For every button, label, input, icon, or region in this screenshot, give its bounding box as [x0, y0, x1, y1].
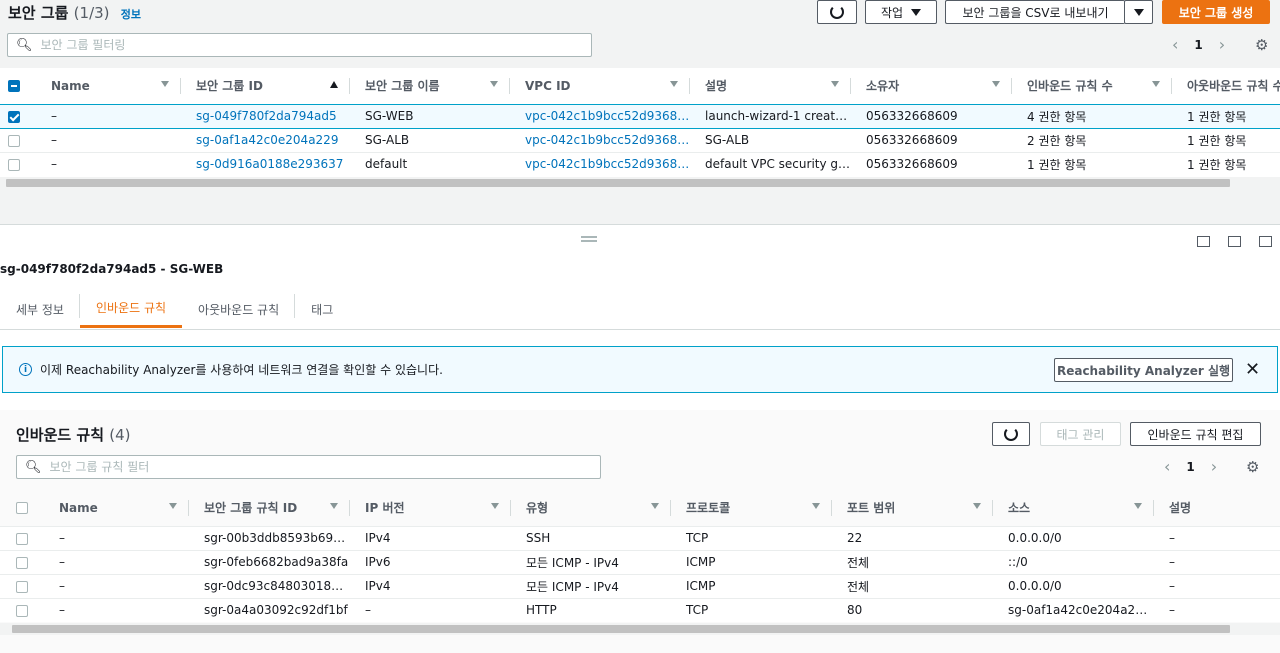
table-row[interactable]: – sg-049f780f2da794ad5 SG-WEB vpc-042c1b… [0, 103, 1280, 129]
create-security-group-button[interactable]: 보안 그룹 생성 [1162, 0, 1270, 24]
row-checkbox[interactable] [8, 134, 20, 147]
manage-tags-button[interactable]: 태그 관리 [1040, 422, 1121, 446]
inbound-rules-table: Name 보안 그룹 규칙 ID IP 버전 유형 프로토콜 포트 범위 소스 … [0, 490, 1280, 622]
pagination: ‹ 1 › [1172, 35, 1225, 54]
row-checkbox-cell[interactable] [0, 127, 36, 152]
row-checkbox-cell[interactable] [0, 151, 36, 176]
export-csv-button[interactable]: 보안 그룹을 CSV로 내보내기 [945, 0, 1125, 24]
rules-refresh-button[interactable] [992, 422, 1030, 446]
drag-handle-icon[interactable] [581, 236, 597, 242]
refresh-icon [830, 5, 844, 19]
search-icon: 🔍︎ [25, 459, 42, 475]
column-header[interactable]: 인바운드 규칙 수 [1012, 68, 1172, 104]
sg-id-link[interactable]: sg-0af1a42c0e204a229 [181, 127, 350, 152]
refresh-icon [1004, 427, 1018, 441]
column-header[interactable]: 아웃바운드 규칙 수 [1172, 68, 1280, 104]
detail-title: sg-049f780f2da794ad5 - SG-WEB [0, 262, 224, 276]
table-row[interactable]: – sgr-00b3ddb8593b69… IPv4 SSH TCP 22 0.… [0, 525, 1280, 550]
column-header[interactable]: 설명 [1154, 490, 1280, 526]
table-row[interactable]: – sgr-0dc93c848030183… IPv4 모든 ICMP - IP… [0, 573, 1280, 598]
refresh-button[interactable] [817, 0, 857, 24]
table-row[interactable]: – sgr-0feb6682bad9a38fa IPv6 모든 ICMP - I… [0, 549, 1280, 574]
row-checkbox[interactable] [8, 110, 20, 123]
search-input[interactable] [40, 38, 559, 52]
page-title-text: 보안 그룹 [8, 4, 69, 22]
column-header[interactable]: 소유자 [851, 68, 1012, 104]
chevron-right-icon[interactable]: › [1219, 35, 1225, 54]
panel-bottom-icon[interactable] [1197, 236, 1210, 247]
panel-hide-icon[interactable] [1259, 236, 1272, 247]
close-icon[interactable]: ✕ [1245, 359, 1260, 380]
security-group-search[interactable]: 🔍︎ [7, 33, 592, 57]
panel-side-icon[interactable] [1228, 236, 1241, 247]
row-checkbox[interactable] [8, 158, 20, 171]
table-row[interactable]: – sgr-0a4a03092c92df1bf – HTTP TCP 80 sg… [0, 597, 1280, 622]
column-header[interactable]: 소스 [993, 490, 1154, 526]
tab-outbound-rules[interactable]: 아웃바운드 규칙 [182, 290, 296, 328]
gear-icon[interactable]: ⚙ [1255, 36, 1268, 54]
row-checkbox-cell[interactable] [0, 103, 36, 129]
sg-id-link[interactable]: sg-049f780f2da794ad5 [181, 103, 350, 129]
column-header[interactable]: IP 버전 [350, 490, 511, 526]
row-checkbox[interactable] [16, 604, 28, 617]
column-header[interactable]: 보안 그룹 ID [181, 68, 350, 104]
horizontal-scrollbar[interactable] [0, 177, 1280, 189]
select-all-checkbox-cell[interactable] [0, 68, 36, 104]
search-input[interactable] [49, 460, 568, 474]
column-header[interactable]: 설명 [690, 68, 851, 104]
table-header-row: Name 보안 그룹 규칙 ID IP 버전 유형 프로토콜 포트 범위 소스 … [0, 490, 1280, 526]
tab-tags[interactable]: 태그 [295, 290, 349, 328]
column-header[interactable]: 포트 범위 [832, 490, 993, 526]
export-dropdown-button[interactable] [1124, 0, 1153, 24]
rules-pagination: ‹ 1 › [1164, 457, 1217, 476]
caret-down-icon [1133, 8, 1144, 16]
table-row[interactable]: – sg-0af1a42c0e204a229 SG-ALB vpc-042c1b… [0, 127, 1280, 152]
row-checkbox[interactable] [16, 556, 28, 569]
rules-search[interactable]: 🔍︎ [16, 455, 601, 479]
sort-ascending-icon [330, 81, 338, 88]
sg-id-link[interactable]: sg-0d916a0188e293637 [181, 151, 350, 176]
chevron-left-icon[interactable]: ‹ [1172, 35, 1178, 54]
rules-title: 인바운드 규칙 (4) [16, 426, 131, 444]
row-checkbox[interactable] [16, 580, 28, 593]
table-row[interactable]: – sg-0d916a0188e293637 default vpc-042c1… [0, 151, 1280, 176]
column-header[interactable]: Name [36, 68, 181, 104]
caret-down-icon [911, 8, 922, 16]
select-all-checkbox[interactable] [8, 80, 20, 93]
tab-details[interactable]: 세부 정보 [0, 290, 80, 328]
run-reachability-analyzer-button[interactable]: Reachability Analyzer 실행 [1054, 358, 1233, 382]
tab-inbound-rules[interactable]: 인바운드 규칙 [79, 290, 183, 328]
chevron-right-icon[interactable]: › [1211, 457, 1217, 476]
detail-tabs: 세부 정보 인바운드 규칙 아웃바운드 규칙 태그 [0, 290, 1280, 330]
vpc-id-link[interactable]: vpc-042c1b9bcc52d9368 [510, 103, 690, 129]
page-number[interactable]: 1 [1194, 38, 1202, 52]
vpc-id-link[interactable]: vpc-042c1b9bcc52d9368 [510, 127, 690, 152]
actions-button[interactable]: 작업 [865, 0, 937, 24]
search-icon: 🔍︎ [16, 37, 33, 53]
info-link[interactable]: 정보 [121, 8, 141, 21]
column-header[interactable]: Name [44, 490, 189, 526]
horizontal-scrollbar[interactable] [0, 623, 1280, 635]
table-header-row: Name 보안 그룹 ID 보안 그룹 이름 VPC ID 설명 소유자 인바운… [0, 68, 1280, 104]
info-icon: i [19, 363, 32, 376]
select-all-checkbox[interactable] [16, 502, 28, 515]
chevron-left-icon[interactable]: ‹ [1164, 457, 1170, 476]
column-header[interactable]: 보안 그룹 이름 [350, 68, 510, 104]
column-header[interactable]: 유형 [511, 490, 671, 526]
row-checkbox[interactable] [16, 532, 28, 545]
page-title: 보안 그룹 (1/3) 정보 [8, 2, 141, 23]
gear-icon[interactable]: ⚙ [1246, 458, 1259, 476]
page-number[interactable]: 1 [1186, 460, 1194, 474]
column-header[interactable]: 프로토콜 [671, 490, 832, 526]
column-header[interactable]: VPC ID [510, 68, 690, 104]
edit-inbound-rules-button[interactable]: 인바운드 규칙 편집 [1130, 422, 1261, 446]
selection-count: (1/3) [73, 4, 110, 22]
alert-message: 이제 Reachability Analyzer를 사용하여 네트워크 연결을 … [40, 363, 443, 377]
column-header[interactable]: 보안 그룹 규칙 ID [189, 490, 350, 526]
security-group-table: Name 보안 그룹 ID 보안 그룹 이름 VPC ID 설명 소유자 인바운… [0, 68, 1280, 176]
vpc-id-link[interactable]: vpc-042c1b9bcc52d9368 [510, 151, 690, 176]
